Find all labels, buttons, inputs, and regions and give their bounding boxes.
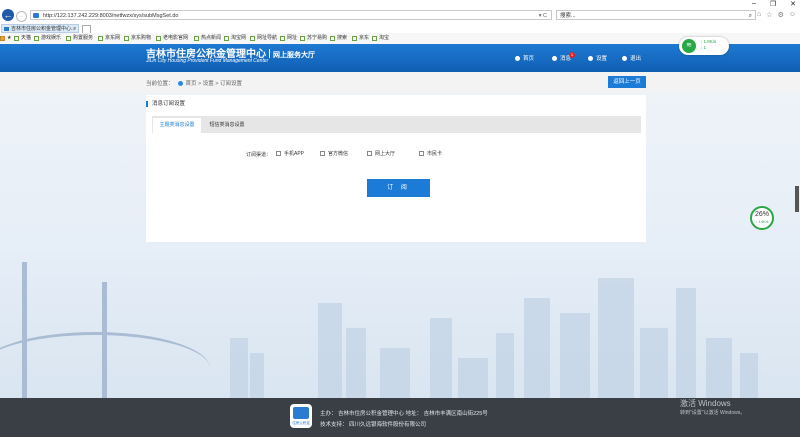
- home-icon: [515, 56, 520, 61]
- net-speed-text: ↑ 1.8K/s ↓ 1: [700, 39, 716, 51]
- footer-logo-text: 住房公积金: [292, 421, 310, 425]
- service-hall-name: 网上服务大厅: [273, 52, 315, 59]
- panel-title: 消息订阅设置: [146, 101, 185, 107]
- nav-home[interactable]: 首页: [515, 54, 534, 62]
- checkbox-icon[interactable]: [419, 151, 424, 156]
- watermark-line2: 转到"设置"以激活 Windows。: [680, 410, 746, 416]
- nav-home-label: 首页: [523, 56, 535, 62]
- checkbox-icon[interactable]: [320, 151, 325, 156]
- breadcrumb-path[interactable]: 首页 > 设置 > 订阅设置: [186, 81, 243, 87]
- page-scrollbar[interactable]: [795, 186, 799, 212]
- favorite-item[interactable]: 老电影官网: [156, 34, 188, 43]
- breadcrumb: 当前位置： 首页 > 设置 > 订阅设置: [146, 79, 242, 87]
- tab-theme-messages[interactable]: 主题类消息设置: [153, 118, 201, 133]
- org-name-en: JiLin City Housing Provident Fund Manage…: [146, 58, 269, 64]
- gauge-speed: ↑ 1.6K/s: [755, 220, 769, 224]
- footer-host-line: 主办： 吉林市住房公积金管理中心 地址： 吉林市丰满区南山街225号: [320, 411, 488, 417]
- browser-search-input[interactable]: 搜索... ⌕: [556, 10, 756, 20]
- channel-label: 订阅渠道：: [246, 152, 272, 158]
- footer-logo: 住房公积金: [290, 404, 312, 428]
- browser-titlebar: – ❐ ✕: [0, 0, 800, 8]
- browser-tab-row: 吉林市住房公积金管理中心... ×: [0, 24, 800, 34]
- logout-icon: [622, 56, 627, 61]
- network-gauge-widget[interactable]: 26% ↑ 1.6K/s: [750, 206, 774, 230]
- favorite-item[interactable]: 京东网: [98, 34, 120, 43]
- favorites-star-icon[interactable]: ★: [0, 34, 11, 43]
- favorite-item[interactable]: 热点新闻: [194, 34, 221, 43]
- search-icon[interactable]: ⌕: [749, 11, 752, 21]
- logo-divider: [269, 49, 270, 58]
- favorite-item[interactable]: 苏宁易购: [300, 34, 327, 43]
- favorite-item[interactable]: 天猫: [14, 34, 31, 43]
- channel-citizen-card-label: 市民卡: [427, 151, 443, 157]
- nav-logout-label: 退出: [630, 56, 642, 62]
- close-window-button[interactable]: ✕: [790, 0, 796, 8]
- back-arrow-icon[interactable]: ←: [2, 9, 14, 21]
- channel-wechat-label: 官方微信: [328, 151, 349, 157]
- browser-toolbar: ← → http://122.137.242.229:8003/netfwzx/…: [0, 8, 800, 24]
- settings-icon: [588, 56, 593, 61]
- watermark-line1: 激活 Windows: [680, 399, 731, 408]
- favorite-item[interactable]: 网址: [280, 34, 297, 43]
- nav-logout[interactable]: 退出: [622, 54, 641, 62]
- favorite-item[interactable]: 京东: [352, 34, 369, 43]
- favorite-item[interactable]: 京东购物: [124, 34, 151, 43]
- message-icon: [552, 56, 557, 61]
- home-icon[interactable]: ⌂: [757, 11, 761, 19]
- forward-arrow-icon[interactable]: →: [16, 11, 27, 22]
- favorite-item[interactable]: 淘宝网: [224, 34, 246, 43]
- footer-support-line: 技术支持： 四川久远银海软件股份有限公司: [320, 422, 427, 428]
- browser-tab[interactable]: 吉林市住房公积金管理中心... ×: [1, 24, 79, 33]
- channel-app-checkbox[interactable]: 手机APP: [276, 150, 304, 157]
- channel-wechat-checkbox[interactable]: 官方微信: [320, 150, 348, 157]
- star-icon[interactable]: ☆: [766, 11, 772, 19]
- nav-settings-label: 设置: [596, 56, 608, 62]
- address-bar[interactable]: http://122.137.242.229:8003/netfwzx/sys/…: [30, 10, 552, 20]
- gauge-percent: 26%: [754, 211, 769, 218]
- tab-favicon-icon: [4, 27, 9, 31]
- net-speed-down: ↓ 1: [700, 45, 707, 50]
- channel-hall-label: 网上大厅: [375, 151, 396, 157]
- network-speed-widget[interactable]: ≋ ↑ 1.8K/s ↓ 1: [679, 37, 729, 55]
- wifi-icon: ≋: [682, 39, 696, 53]
- breadcrumb-bar: [0, 72, 800, 92]
- housing-fund-logo-icon: [293, 407, 309, 419]
- minimize-button[interactable]: –: [752, 0, 756, 8]
- search-placeholder: 搜索...: [560, 13, 576, 19]
- windows-activation-watermark: 激活 Windows 转到"设置"以激活 Windows。: [680, 398, 745, 416]
- smiley-icon[interactable]: ☺: [789, 11, 796, 19]
- home-icon: [177, 81, 183, 86]
- address-text: http://122.137.242.229:8003/netfwzx/sys/…: [43, 13, 179, 19]
- favorite-item[interactable]: 游戏娱乐: [34, 34, 61, 43]
- tab-close-icon[interactable]: ×: [73, 25, 76, 32]
- favorite-item[interactable]: 搜索: [330, 34, 347, 43]
- subscribe-button[interactable]: 订 阅: [367, 179, 430, 197]
- favorite-item[interactable]: 网址导航: [250, 34, 277, 43]
- browser-right-icons: ⌂ ☆ ⚙ ☺: [757, 11, 796, 19]
- breadcrumb-label: 当前位置：: [146, 81, 174, 87]
- checkbox-icon[interactable]: [367, 151, 372, 156]
- back-button[interactable]: 返回上一页: [608, 76, 646, 88]
- nav-settings[interactable]: 设置: [588, 54, 607, 62]
- channel-app-label: 手机APP: [284, 151, 305, 157]
- tab-title: 吉林市住房公积金管理中心...: [11, 26, 76, 32]
- channel-citizen-card-checkbox[interactable]: 市民卡: [419, 150, 442, 157]
- gear-icon[interactable]: ⚙: [778, 11, 784, 19]
- favorite-item[interactable]: 购置服务: [66, 34, 93, 43]
- window-controls: – ❐ ✕: [752, 0, 796, 8]
- channel-hall-checkbox[interactable]: 网上大厅: [367, 150, 395, 157]
- refresh-icon[interactable]: ▾ C: [539, 11, 547, 21]
- favorite-item[interactable]: 淘宝: [372, 34, 389, 43]
- checkbox-icon[interactable]: [276, 151, 281, 156]
- site-favicon-icon: [33, 13, 39, 18]
- tab-sms-messages[interactable]: 短信类消息设置: [204, 118, 250, 133]
- maximize-button[interactable]: ❐: [770, 0, 776, 8]
- message-count-badge: 1: [569, 52, 575, 58]
